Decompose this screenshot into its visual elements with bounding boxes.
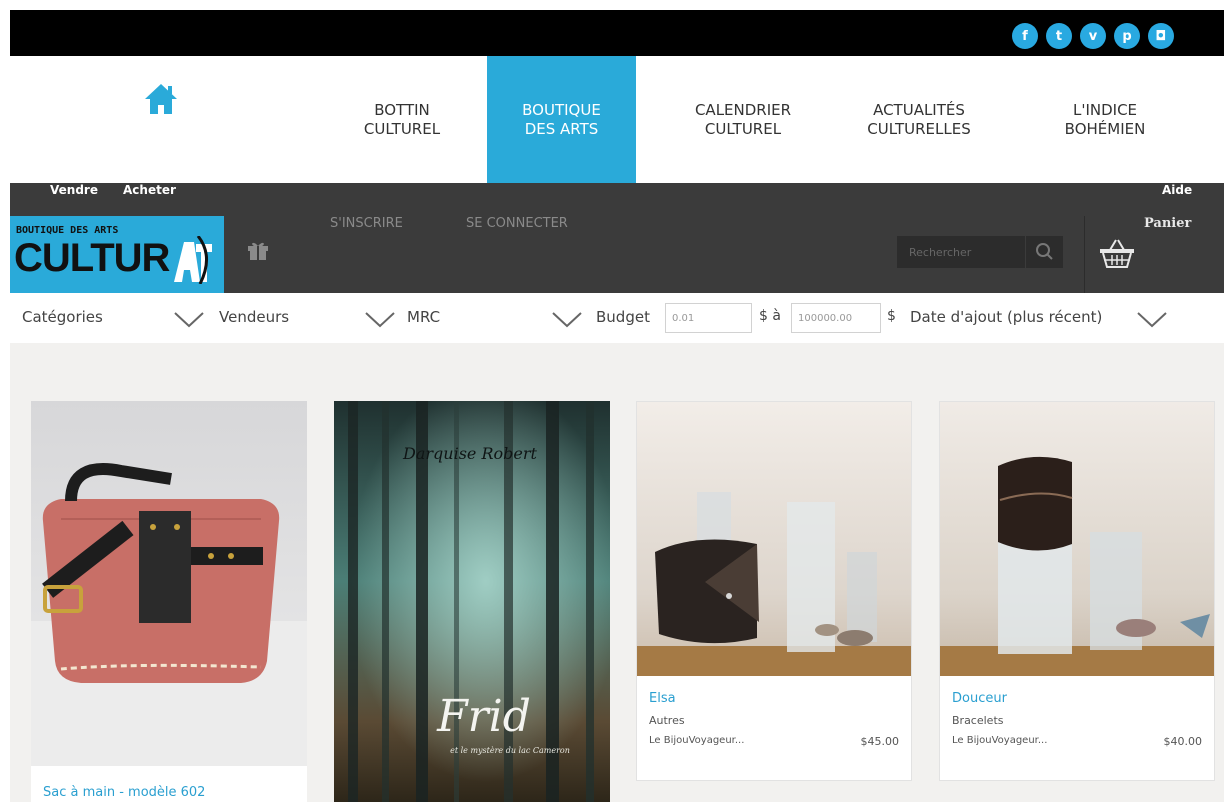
twitter-icon[interactable]: t: [1046, 23, 1072, 49]
nav-indice-bohemien[interactable]: L'INDICE BOHÉMIEN: [1030, 56, 1180, 183]
product-category: Autres: [649, 714, 685, 727]
logo-wordmark: CULTUR: [14, 236, 170, 280]
product-title[interactable]: Sac à main - modèle 602: [43, 785, 205, 800]
nav-label-line1: L'INDICE: [1072, 100, 1138, 119]
sell-link[interactable]: Vendre: [40, 183, 108, 216]
product-card[interactable]: Elsa Autres Le BijouVoyageur... $45.00: [636, 401, 912, 781]
product-card[interactable]: Darquise Robert Frid et le mystère du la…: [334, 401, 610, 802]
search-icon: [1036, 243, 1053, 260]
categories-filter[interactable]: Catégories: [22, 308, 103, 326]
page: f t v p ◘ BOTTIN CULTUREL BOUTIQUE DES ART…: [10, 10, 1224, 802]
product-title[interactable]: Elsa: [649, 691, 676, 706]
budget-label: Budget: [596, 308, 650, 326]
product-card[interactable]: Douceur Bracelets Le BijouVoyageur... $4…: [939, 401, 1215, 781]
facebook-icon[interactable]: f: [1012, 23, 1038, 49]
sub-nav: Vendre Acheter Aide: [10, 183, 1224, 216]
product-price: $40.00: [1163, 735, 1203, 748]
book-title: Frid: [436, 691, 531, 742]
shop-bar: BOUTIQUE DES ARTS CULTUR AT S'INSCRIRE S…: [10, 216, 1224, 293]
basket-icon[interactable]: [1099, 238, 1135, 268]
nav-bottin-culturel[interactable]: BOTTIN CULTUREL: [327, 56, 477, 183]
vendors-filter[interactable]: Vendeurs: [219, 308, 289, 326]
nav-label-line1: BOUTIQUE: [522, 100, 601, 119]
nav-label-line2: CULTUREL: [704, 119, 782, 138]
product-image-elsa[interactable]: [637, 402, 912, 676]
product-image-handbag[interactable]: [31, 401, 307, 766]
chevron-down-icon[interactable]: [552, 312, 582, 328]
search-button[interactable]: [1025, 236, 1063, 268]
signup-link[interactable]: S'INSCRIRE: [330, 216, 403, 293]
nav-label-line1: BOTTIN: [374, 100, 430, 119]
chevron-down-icon[interactable]: [365, 312, 395, 328]
product-image-book-cover[interactable]: Darquise Robert Frid et le mystère du la…: [334, 401, 610, 802]
product-price: $45.00: [860, 735, 900, 748]
sort-select[interactable]: Date d'ajout (plus récent): [910, 308, 1102, 326]
product-seller[interactable]: Le BijouVoyageur...: [649, 735, 744, 746]
filter-bar: Catégories Vendeurs MRC Budget $ à $ Dat…: [10, 293, 1224, 343]
nav-label-line2: BOHÉMIEN: [1064, 119, 1146, 138]
book-subtitle: et le mystère du lac Cameron: [450, 746, 570, 755]
mrc-filter[interactable]: MRC: [407, 308, 440, 326]
instagram-icon[interactable]: ◘: [1148, 23, 1174, 49]
nav-label-line2: CULTUREL: [363, 119, 441, 138]
product-category: Bracelets: [952, 714, 1004, 727]
book-author: Darquise Robert: [402, 444, 537, 463]
product-card[interactable]: Sac à main - modèle 602: [31, 401, 307, 802]
product-title[interactable]: Douceur: [952, 691, 1007, 706]
gift-icon[interactable]: [247, 239, 269, 261]
product-image-douceur[interactable]: [940, 402, 1215, 676]
vimeo-icon[interactable]: v: [1080, 23, 1106, 49]
nav-actualites-culturelles[interactable]: ACTUALITÉS CULTURELLES: [844, 56, 994, 183]
help-link[interactable]: Aide: [1152, 183, 1202, 216]
currency-label: $: [887, 308, 896, 324]
divider: [1084, 216, 1085, 293]
chevron-down-icon[interactable]: [1137, 312, 1167, 328]
logo-tagline: BOUTIQUE DES ARTS: [16, 225, 119, 236]
main-nav: BOTTIN CULTUREL BOUTIQUE DES ARTS CALENDRI…: [10, 56, 1224, 183]
nav-label-line2: CULTURELLES: [867, 119, 971, 138]
nav-label-line2: DES ARTS: [524, 119, 599, 138]
nav-label-line1: ACTUALITÉS: [873, 100, 965, 119]
budget-max-input[interactable]: [791, 303, 881, 333]
cart-link[interactable]: Panier: [1144, 216, 1191, 293]
nav-calendrier-culturel[interactable]: CALENDRIER CULTUREL: [668, 56, 818, 183]
home-icon[interactable]: [144, 83, 178, 115]
social-bar: f t v p ◘: [10, 10, 1224, 56]
nav-boutique-des-arts[interactable]: BOUTIQUE DES ARTS: [487, 56, 636, 183]
culturat-logo[interactable]: BOUTIQUE DES ARTS CULTUR AT: [10, 216, 224, 293]
buy-link[interactable]: Acheter: [113, 183, 186, 216]
search-input[interactable]: [897, 236, 1025, 268]
product-seller[interactable]: Le BijouVoyageur...: [952, 735, 1047, 746]
budget-min-input[interactable]: [665, 303, 752, 333]
nav-label-line1: CALENDRIER: [694, 100, 792, 119]
budget-to-label: $ à: [759, 308, 781, 324]
chevron-down-icon[interactable]: [174, 312, 204, 328]
login-link[interactable]: SE CONNECTER: [466, 216, 568, 293]
pinterest-icon[interactable]: p: [1114, 23, 1140, 49]
